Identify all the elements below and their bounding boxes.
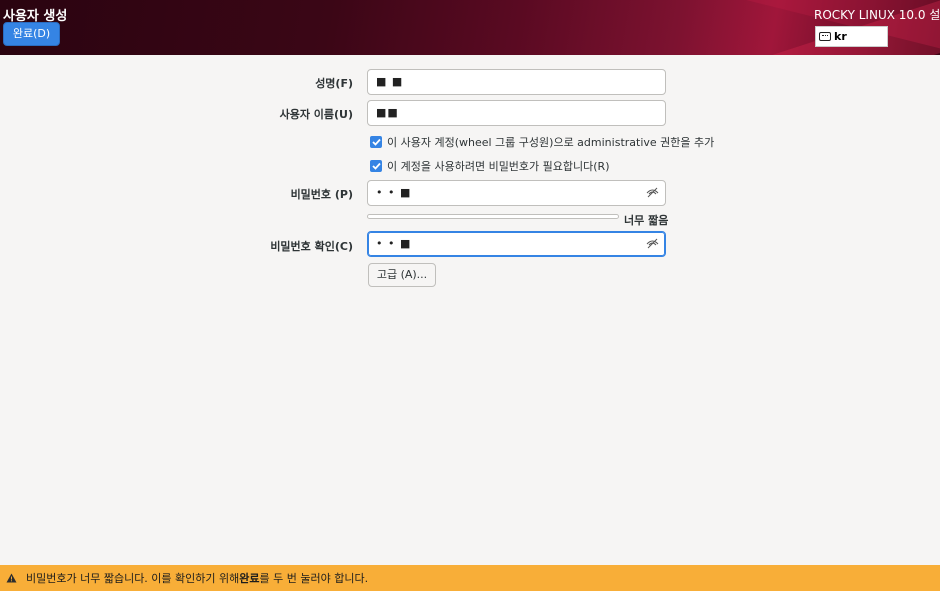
show-password-icon[interactable]: [646, 187, 659, 198]
admin-checkbox-label: 이 사용자 계정(wheel 그룹 구성원)으로 administrative …: [387, 136, 715, 149]
fullname-value: ■ ■: [376, 75, 404, 88]
checkmark-icon: [371, 138, 381, 146]
done-button[interactable]: 완료(D): [3, 22, 60, 46]
warning-text-before: 비밀번호가 너무 짧습니다. 이를 확인하기 위해: [26, 572, 240, 585]
confirm-password-label: 비밀번호 확인(C): [270, 240, 353, 253]
username-value: ■■: [376, 106, 399, 119]
fullname-label: 성명(F): [315, 77, 353, 90]
password-field[interactable]: • • ■: [367, 180, 666, 206]
show-password-icon[interactable]: [646, 238, 659, 249]
warning-bar: 비밀번호가 너무 짧습니다. 이를 확인하기 위해 완료 를 두 번 눌러야 합니…: [0, 565, 940, 591]
require-password-checkbox[interactable]: [370, 160, 382, 172]
installer-title: ROCKY LINUX 10.0 설치: [814, 8, 940, 22]
warning-icon: [6, 573, 17, 583]
keyboard-icon: [819, 32, 831, 41]
keyboard-layout-indicator[interactable]: kr: [815, 26, 888, 47]
admin-checkbox[interactable]: [370, 136, 382, 148]
username-label: 사용자 이름(U): [279, 108, 353, 121]
admin-checkbox-row[interactable]: 이 사용자 계정(wheel 그룹 구성원)으로 administrative …: [370, 134, 714, 150]
header-bar: 사용자 생성 완료(D) ROCKY LINUX 10.0 설치 kr: [0, 0, 940, 55]
warning-text-after: 를 두 번 눌러야 합니다.: [259, 572, 369, 585]
password-label: 비밀번호 (P): [290, 188, 353, 201]
confirm-password-value: • • ■: [376, 237, 412, 250]
require-password-label: 이 계정을 사용하려면 비밀번호가 필요합니다(R): [387, 160, 610, 173]
checkmark-icon: [371, 162, 381, 170]
password-strength-label: 너무 짧음: [624, 214, 669, 227]
fullname-field[interactable]: ■ ■: [367, 69, 666, 95]
confirm-password-field[interactable]: • • ■: [367, 231, 666, 257]
username-field[interactable]: ■■: [367, 100, 666, 126]
password-strength-bar: [367, 214, 619, 219]
password-value: • • ■: [376, 186, 412, 199]
advanced-button[interactable]: 고급 (A)...: [368, 263, 436, 287]
keyboard-layout-label: kr: [834, 30, 847, 43]
require-password-row[interactable]: 이 계정을 사용하려면 비밀번호가 필요합니다(R): [370, 158, 610, 174]
warning-bold-word: 완료: [239, 572, 260, 585]
